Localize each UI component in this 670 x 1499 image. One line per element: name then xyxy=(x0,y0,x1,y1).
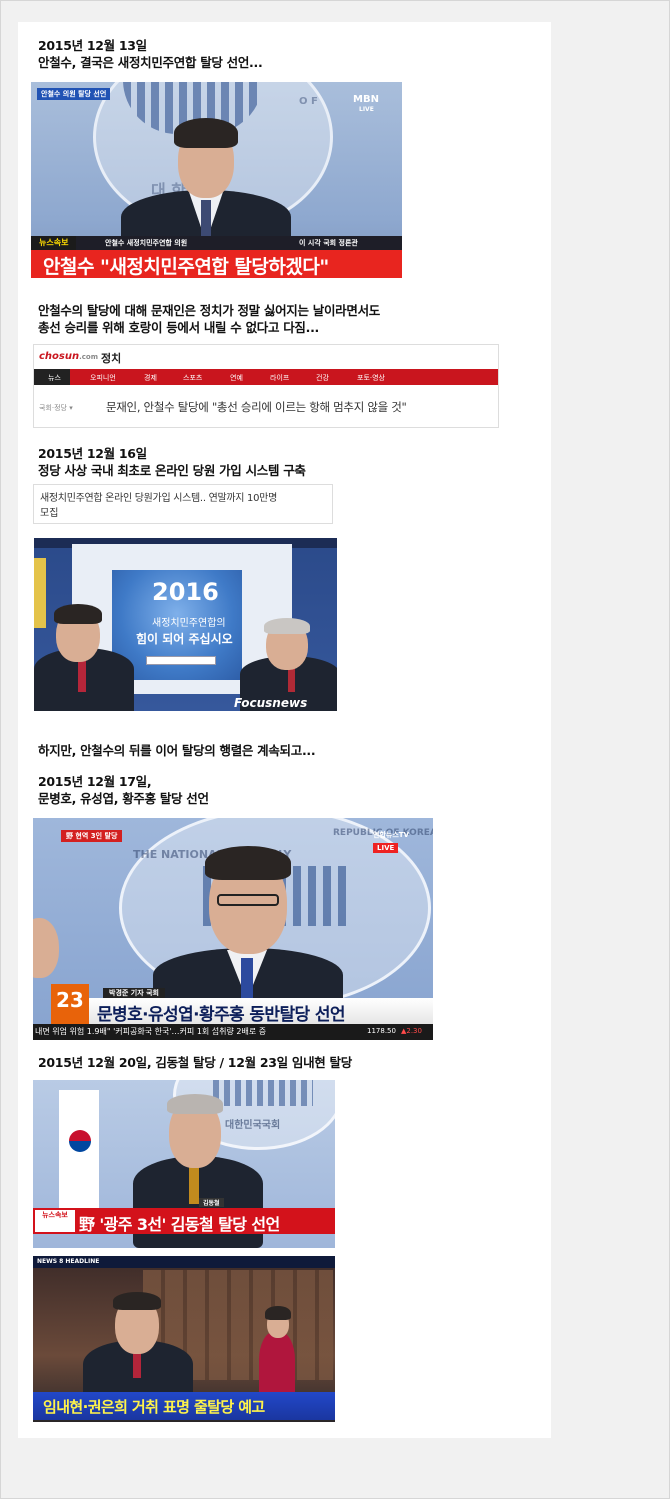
channel-logo-2: 연합뉴스TV xyxy=(373,831,409,839)
nav-item-economy[interactable]: 경제 xyxy=(144,373,157,383)
membership-link-title-1: 새정치민주연합 온라인 당원가입 시스템.. 연말까지 10만명 xyxy=(40,493,277,504)
caption-text-2: 문병호·유성엽·황주홍 동반탈당 선언 xyxy=(97,1005,346,1025)
seal-text-3: 대한민국국회 xyxy=(225,1120,281,1131)
date-1216: 2015년 12월 16일 xyxy=(38,446,147,461)
caption-text-4: 임내현·권은희 거취 표명 줄탈당 예고 xyxy=(43,1398,265,1416)
weather-box: 23 xyxy=(51,984,89,1024)
caption-bar-4: 임내현·권은희 거취 표명 줄탈당 예고 xyxy=(33,1392,335,1420)
news-tag-3: 뉴스속보 xyxy=(35,1210,75,1232)
headline-ahn-leaves: 안철수, 결국은 새정치민주연합 탈당 선언... xyxy=(38,55,263,70)
screen-line1: 새정치민주연합의 xyxy=(152,618,226,629)
person-tie xyxy=(201,200,211,238)
caption-bar-2: 문병호·유성엽·황주홍 동반탈당 선언 xyxy=(89,998,433,1025)
ticker-text: 내면 위엄 위험 1.9배" '커피공화국 한국'…커피 1회 섭취량 2배로 … xyxy=(35,1027,267,1036)
chosun-nav: 뉴스 오피니언 경제 스포츠 연예 라이프 건강 포토·영상 xyxy=(34,369,498,385)
article-card: 2015년 12월 13일 안철수, 결국은 새정치민주연합 탈당 선언... … xyxy=(18,22,551,1438)
name-tag-3: 김동철 xyxy=(199,1198,224,1207)
kim-lim-leave-line: 2015년 12월 20일, 김동철 탈당 / 12월 23일 임내현 탈당 xyxy=(38,1055,352,1070)
defector-tag: 野 현역 3인 탈당 xyxy=(61,830,123,842)
screen-line2: 힘이 되어 주십시오 xyxy=(136,632,233,646)
caption-bar: 안철수 "새정치민주연합 탈당하겠다" xyxy=(31,250,402,278)
temperature: 23 xyxy=(56,988,84,1012)
three-lawmakers-image: THE NATIONAL ASSEMBLY REPUBLIC OF KOREA … xyxy=(33,818,433,1040)
nav-item-life[interactable]: 라이프 xyxy=(270,373,289,383)
headline-online-membership: 정당 사상 국내 최초로 온라인 당원 가입 시스템 구축 xyxy=(38,463,306,478)
channel-logo: MBN xyxy=(353,94,379,105)
caption-bar-3: 뉴스속보 野 '광주 3선' 김동철 탈당 선언 xyxy=(33,1208,335,1234)
name-bar: 뉴스속보 안철수 새정치민주연합 의원 이 시각 국회 정론관 xyxy=(31,236,402,250)
date-1213: 2015년 12월 13일 xyxy=(38,38,147,53)
reporter-line: 박경준 기자 국회 xyxy=(103,988,165,998)
membership-link-title-2: 모집 xyxy=(40,508,59,519)
chosun-section: 정치 xyxy=(101,352,122,365)
glasses-icon xyxy=(217,894,279,906)
nav-item-health[interactable]: 건강 xyxy=(316,373,329,383)
nav-item-entertainment[interactable]: 연예 xyxy=(230,373,243,383)
name-line: 안철수 새정치민주연합 의원 xyxy=(105,239,188,247)
seal-letters: O F xyxy=(299,96,318,107)
lim-naehyun-image: NEWS 8 HEADLINE 임내현·권은희 거취 표명 줄탈당 예고 xyxy=(33,1256,335,1422)
date-1217: 2015년 12월 17일, xyxy=(38,774,152,789)
channel-live: LIVE xyxy=(359,106,374,113)
index-value: 1178.50 xyxy=(367,1027,396,1035)
chosun-article-title[interactable]: 문재인, 안철수 탈당에 "총선 승리에 이르는 항해 멈추지 않을 것" xyxy=(106,399,407,415)
exodus-continues-line: 하지만, 안철수의 뒤를 이어 탈당의 행렬은 계속되고... xyxy=(38,743,316,758)
chosun-logo: chosun.com xyxy=(39,351,99,362)
three-lawmakers-line: 문병호, 유성엽, 황주홍 탈당 선언 xyxy=(38,791,209,806)
caption-text: 안철수 "새정치민주연합 탈당하겠다" xyxy=(43,256,329,278)
person-hair xyxy=(174,118,238,148)
top-tag: 안철수 의원 탈당 선언 xyxy=(37,88,111,100)
screen-year: 2016 xyxy=(152,578,219,606)
ticker-bar: 내면 위엄 위험 1.9배" '커피공화국 한국'…커피 1회 섭취량 2배로 … xyxy=(33,1024,433,1040)
live-badge: LIVE xyxy=(373,843,399,853)
flag xyxy=(34,558,46,628)
focusnews-watermark: Focusnews xyxy=(234,696,308,710)
nav-item-news[interactable]: 뉴스 xyxy=(48,373,61,383)
kim-dongcheol-image: 대한민국국회 김동철 뉴스속보 野 '광주 3선' 김동철 탈당 선언 xyxy=(33,1080,335,1248)
membership-link-card[interactable]: 새정치민주연합 온라인 당원가입 시스템.. 연말까지 10만명 모집 xyxy=(33,484,333,524)
news-tag: 뉴스속보 xyxy=(31,236,77,250)
online-launch-image: 2016 새정치민주연합의 힘이 되어 주십시오 Focusnews xyxy=(34,538,337,711)
nav-item-photo[interactable]: 포토·영상 xyxy=(357,373,385,383)
ahn-press-image: 대 한 민 O F 안철수 의원 탈당 선언 MBN LIVE 뉴스속보 안철수… xyxy=(31,82,402,278)
moon-reaction-line1: 안철수의 탈당에 대해 문재인은 정치가 정말 싫어지는 날이라면서도 xyxy=(38,303,380,318)
caption-text-3: 野 '광주 3선' 김동철 탈당 선언 xyxy=(79,1215,280,1234)
chosun-category: 국회·정당 ▾ xyxy=(39,404,73,412)
chosun-link-card[interactable]: chosun.com 정치 뉴스 오피니언 경제 스포츠 연예 라이프 건강 포… xyxy=(33,344,499,428)
index-change: ▲2.30 xyxy=(401,1027,422,1035)
korean-flag xyxy=(59,1090,99,1210)
location-line: 이 시각 국회 정론관 xyxy=(299,239,358,247)
moon-reaction-line2: 총선 승리를 위해 호랑이 등에서 내릴 수 없다고 다짐... xyxy=(38,320,319,335)
nav-item-sports[interactable]: 스포츠 xyxy=(183,373,202,383)
nav-item-opinion[interactable]: 오피니언 xyxy=(90,373,116,383)
channel-logo-4: NEWS 8 HEADLINE xyxy=(37,1258,100,1265)
